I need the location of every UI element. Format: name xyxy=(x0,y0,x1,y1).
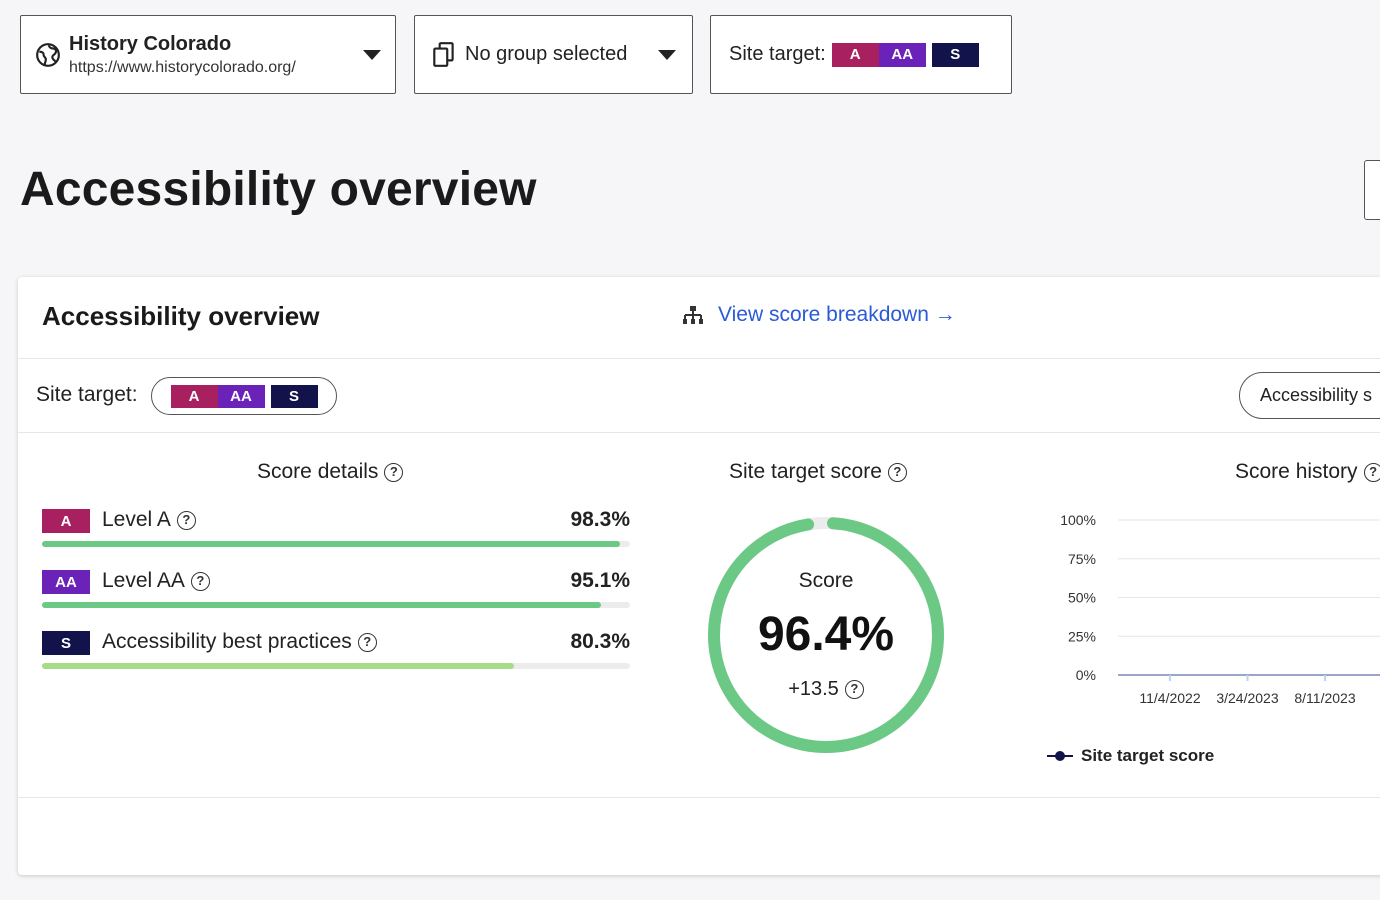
chevron-down-icon xyxy=(658,49,676,60)
badge-aa: AA xyxy=(42,570,90,594)
x-tick-label: 11/4/2022 xyxy=(1139,690,1200,706)
card-title: Accessibility overview xyxy=(42,301,320,331)
progress-track xyxy=(42,541,630,547)
score-details-label: Score details xyxy=(257,460,379,483)
help-icon[interactable]: ? xyxy=(844,680,864,700)
level-s-value: 80.3% xyxy=(570,630,630,653)
legend-label: Site target score xyxy=(1081,746,1215,765)
score-history-label: Score history xyxy=(1235,460,1358,483)
overview-card: Accessibility overview Site target: A AA… xyxy=(18,277,1380,875)
level-row-a: A Level A? 98.3% xyxy=(42,505,630,547)
copy-group-icon xyxy=(433,41,454,67)
score-label: Score xyxy=(798,569,854,592)
chart-legend: Site target score xyxy=(1047,746,1214,766)
badge-s: S xyxy=(931,42,979,67)
level-a-progress xyxy=(42,541,620,547)
level-label: Accessibility best practices? xyxy=(102,630,377,654)
y-tick-label: 50% xyxy=(1068,590,1096,606)
level-s-label: Accessibility best practices xyxy=(102,630,352,653)
help-icon[interactable]: ? xyxy=(357,632,377,652)
chevron-down-icon xyxy=(363,49,381,60)
site-name: History Colorado xyxy=(69,32,232,55)
badge-a: A xyxy=(170,384,218,408)
level-a-label: Level A xyxy=(102,508,171,531)
level-row-aa: AA Level AA? 95.1% xyxy=(42,566,630,608)
badge-aa: AA xyxy=(878,42,926,67)
group-selector[interactable]: No group selected xyxy=(414,15,693,94)
help-icon[interactable]: ? xyxy=(176,510,196,530)
y-tick-label: 75% xyxy=(1068,551,1096,567)
site-target-pill[interactable]: A AA S xyxy=(151,377,337,415)
level-aa-label: Level AA xyxy=(102,569,185,592)
site-target-score-label: Site target score xyxy=(729,460,882,483)
site-selector[interactable]: History Colorado https://www.historycolo… xyxy=(20,15,396,94)
level-label: Level A? xyxy=(102,508,196,532)
x-tick-label: 3/24/2023 xyxy=(1216,690,1278,706)
level-label: Level AA? xyxy=(102,569,210,593)
view-score-breakdown-link[interactable]: View score breakdown → xyxy=(682,303,956,327)
progress-track xyxy=(42,663,630,669)
score-delta-value: +13.5 xyxy=(788,678,839,700)
y-tick-label: 25% xyxy=(1068,628,1096,644)
badge-a: A xyxy=(42,509,90,533)
globe-icon xyxy=(36,42,60,67)
breakdown-link-label: View score breakdown → xyxy=(718,303,956,326)
level-a-value: 98.3% xyxy=(570,508,630,531)
score-value: 96.4% xyxy=(757,608,895,661)
score-delta: +13.5? xyxy=(706,678,946,701)
divider xyxy=(18,432,1380,433)
score-history-title: Score history? xyxy=(1235,460,1380,484)
level-aa-progress xyxy=(42,602,602,608)
progress-track xyxy=(42,602,630,608)
help-icon[interactable]: ? xyxy=(384,462,404,482)
site-target-score-title: Site target score? xyxy=(729,460,907,484)
group-label: No group selected xyxy=(465,43,628,65)
card-site-target-label: Site target: xyxy=(36,383,138,406)
site-target-label: Site target: xyxy=(729,43,826,65)
level-s-progress xyxy=(42,663,515,669)
badge-s: S xyxy=(270,384,318,408)
target-badges: A AA S xyxy=(831,42,979,67)
y-tick-label: 100% xyxy=(1060,512,1096,528)
score-details-title: Score details? xyxy=(257,460,404,484)
page-title: Accessibility overview xyxy=(20,163,537,216)
score-donut: Score 96.4% +13.5? xyxy=(706,515,946,755)
accessibility-score-select[interactable]: Accessibility s xyxy=(1239,372,1380,419)
site-url: https://www.historycolorado.org/ xyxy=(69,58,296,76)
badge-a: A xyxy=(831,42,879,67)
divider xyxy=(18,797,1380,798)
edge-button[interactable] xyxy=(1364,160,1380,220)
help-icon[interactable]: ? xyxy=(887,462,907,482)
x-tick-label: 8/11/2023 xyxy=(1294,690,1355,706)
level-aa-value: 95.1% xyxy=(570,569,630,592)
badge-aa: AA xyxy=(217,384,265,408)
pill-badges: A AA S xyxy=(170,384,318,408)
site-target-selector[interactable]: Site target: A AA S xyxy=(710,15,1012,94)
score-history-chart: 100% 75% 50% 25% 0% 11/4/2022 3/24/2023 8/11/20… xyxy=(1060,512,1380,706)
legend-line-icon xyxy=(1047,751,1073,761)
help-icon[interactable]: ? xyxy=(1363,462,1380,482)
badge-s: S xyxy=(42,631,90,655)
hierarchy-icon xyxy=(683,306,703,324)
level-row-s: S Accessibility best practices? 80.3% xyxy=(42,627,630,669)
divider xyxy=(18,358,1380,359)
help-icon[interactable]: ? xyxy=(190,571,210,591)
y-tick-label: 0% xyxy=(1076,667,1096,683)
